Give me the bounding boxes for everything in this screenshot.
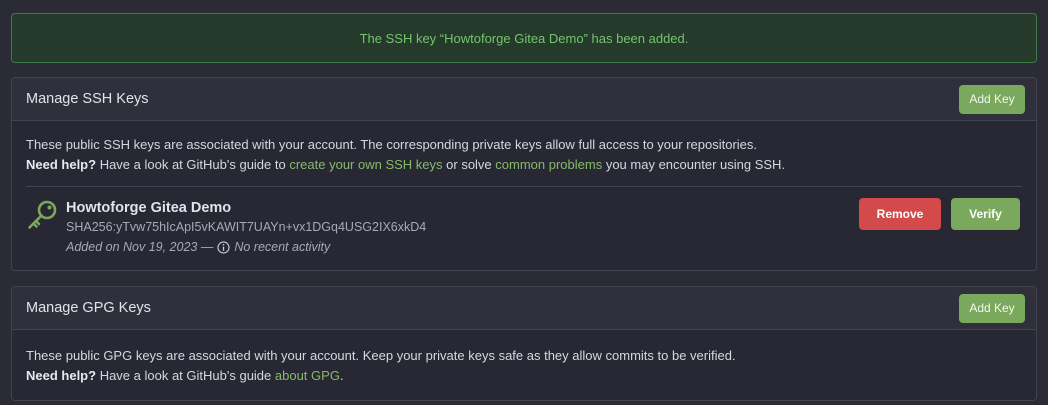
- add-ssh-key-button[interactable]: Add Key: [959, 84, 1025, 114]
- ssh-keys-header: Manage SSH Keys Add Key: [12, 78, 1036, 121]
- success-flash-message: The SSH key “Howtoforge Gitea Demo” has …: [11, 13, 1037, 63]
- settings-keys-page: The SSH key “Howtoforge Gitea Demo” has …: [0, 0, 1048, 405]
- verify-key-button[interactable]: Verify: [951, 198, 1020, 230]
- gpg-help-line: Need help? Have a look at GitHub's guide…: [26, 366, 1022, 386]
- ssh-keys-description: These public SSH keys are associated wit…: [26, 135, 1022, 175]
- key-icon: [28, 200, 57, 229]
- gpg-help-suffix: .: [339, 368, 344, 383]
- gpg-help-prefix: Have a look at GitHub's guide: [96, 368, 275, 383]
- remove-key-button[interactable]: Remove: [859, 198, 941, 230]
- ssh-keys-body: These public SSH keys are associated wit…: [12, 121, 1036, 270]
- ssh-key-actions: Remove Verify: [859, 198, 1020, 230]
- gpg-keys-body: These public GPG keys are associated wit…: [12, 330, 1036, 400]
- gpg-desc-line: These public GPG keys are associated wit…: [26, 348, 736, 363]
- ssh-keys-title: Manage SSH Keys: [26, 91, 149, 107]
- gpg-keys-header: Manage GPG Keys Add Key: [12, 287, 1036, 330]
- ssh-key-item: Howtoforge Gitea Demo SHA256:yTvw75hIcAp…: [26, 187, 1022, 273]
- gpg-keys-title: Manage GPG Keys: [26, 300, 151, 316]
- ssh-help-suffix: you may encounter using SSH.: [602, 157, 786, 172]
- ssh-keys-panel: Manage SSH Keys Add Key These public SSH…: [11, 77, 1037, 271]
- create-ssh-keys-link[interactable]: create your own SSH keys: [289, 157, 442, 172]
- about-gpg-link[interactable]: about GPG: [275, 368, 340, 383]
- common-problems-link[interactable]: common problems: [495, 157, 602, 172]
- ssh-key-activity: No recent activity: [234, 240, 331, 254]
- ssh-help-bold: Need help?: [26, 157, 97, 172]
- gpg-help-bold: Need help?: [26, 368, 97, 383]
- gpg-keys-description: These public GPG keys are associated wit…: [26, 346, 1022, 386]
- flash-text: The SSH key “Howtoforge Gitea Demo” has …: [359, 30, 689, 46]
- ssh-help-prefix: Have a look at GitHub's guide to: [96, 157, 290, 172]
- ssh-key-meta: Added on Nov 19, 2023 — No recent activi…: [66, 238, 426, 257]
- add-gpg-key-button[interactable]: Add Key: [959, 293, 1025, 323]
- info-icon: [217, 241, 230, 254]
- ssh-help-mid: or solve: [442, 157, 496, 172]
- ssh-help-line: Need help? Have a look at GitHub's guide…: [26, 155, 1022, 175]
- gpg-keys-panel: Manage GPG Keys Add Key These public GPG…: [11, 286, 1037, 401]
- ssh-key-info: Howtoforge Gitea Demo SHA256:yTvw75hIcAp…: [66, 199, 426, 257]
- ssh-desc-line: These public SSH keys are associated wit…: [26, 137, 758, 152]
- ssh-key-fingerprint: SHA256:yTvw75hIcApI5vKAWIT7UAYn+vx1DGq4U…: [66, 220, 427, 234]
- ssh-key-added: Added on Nov 19, 2023 —: [66, 240, 214, 254]
- ssh-key-name: Howtoforge Gitea Demo: [66, 200, 232, 216]
